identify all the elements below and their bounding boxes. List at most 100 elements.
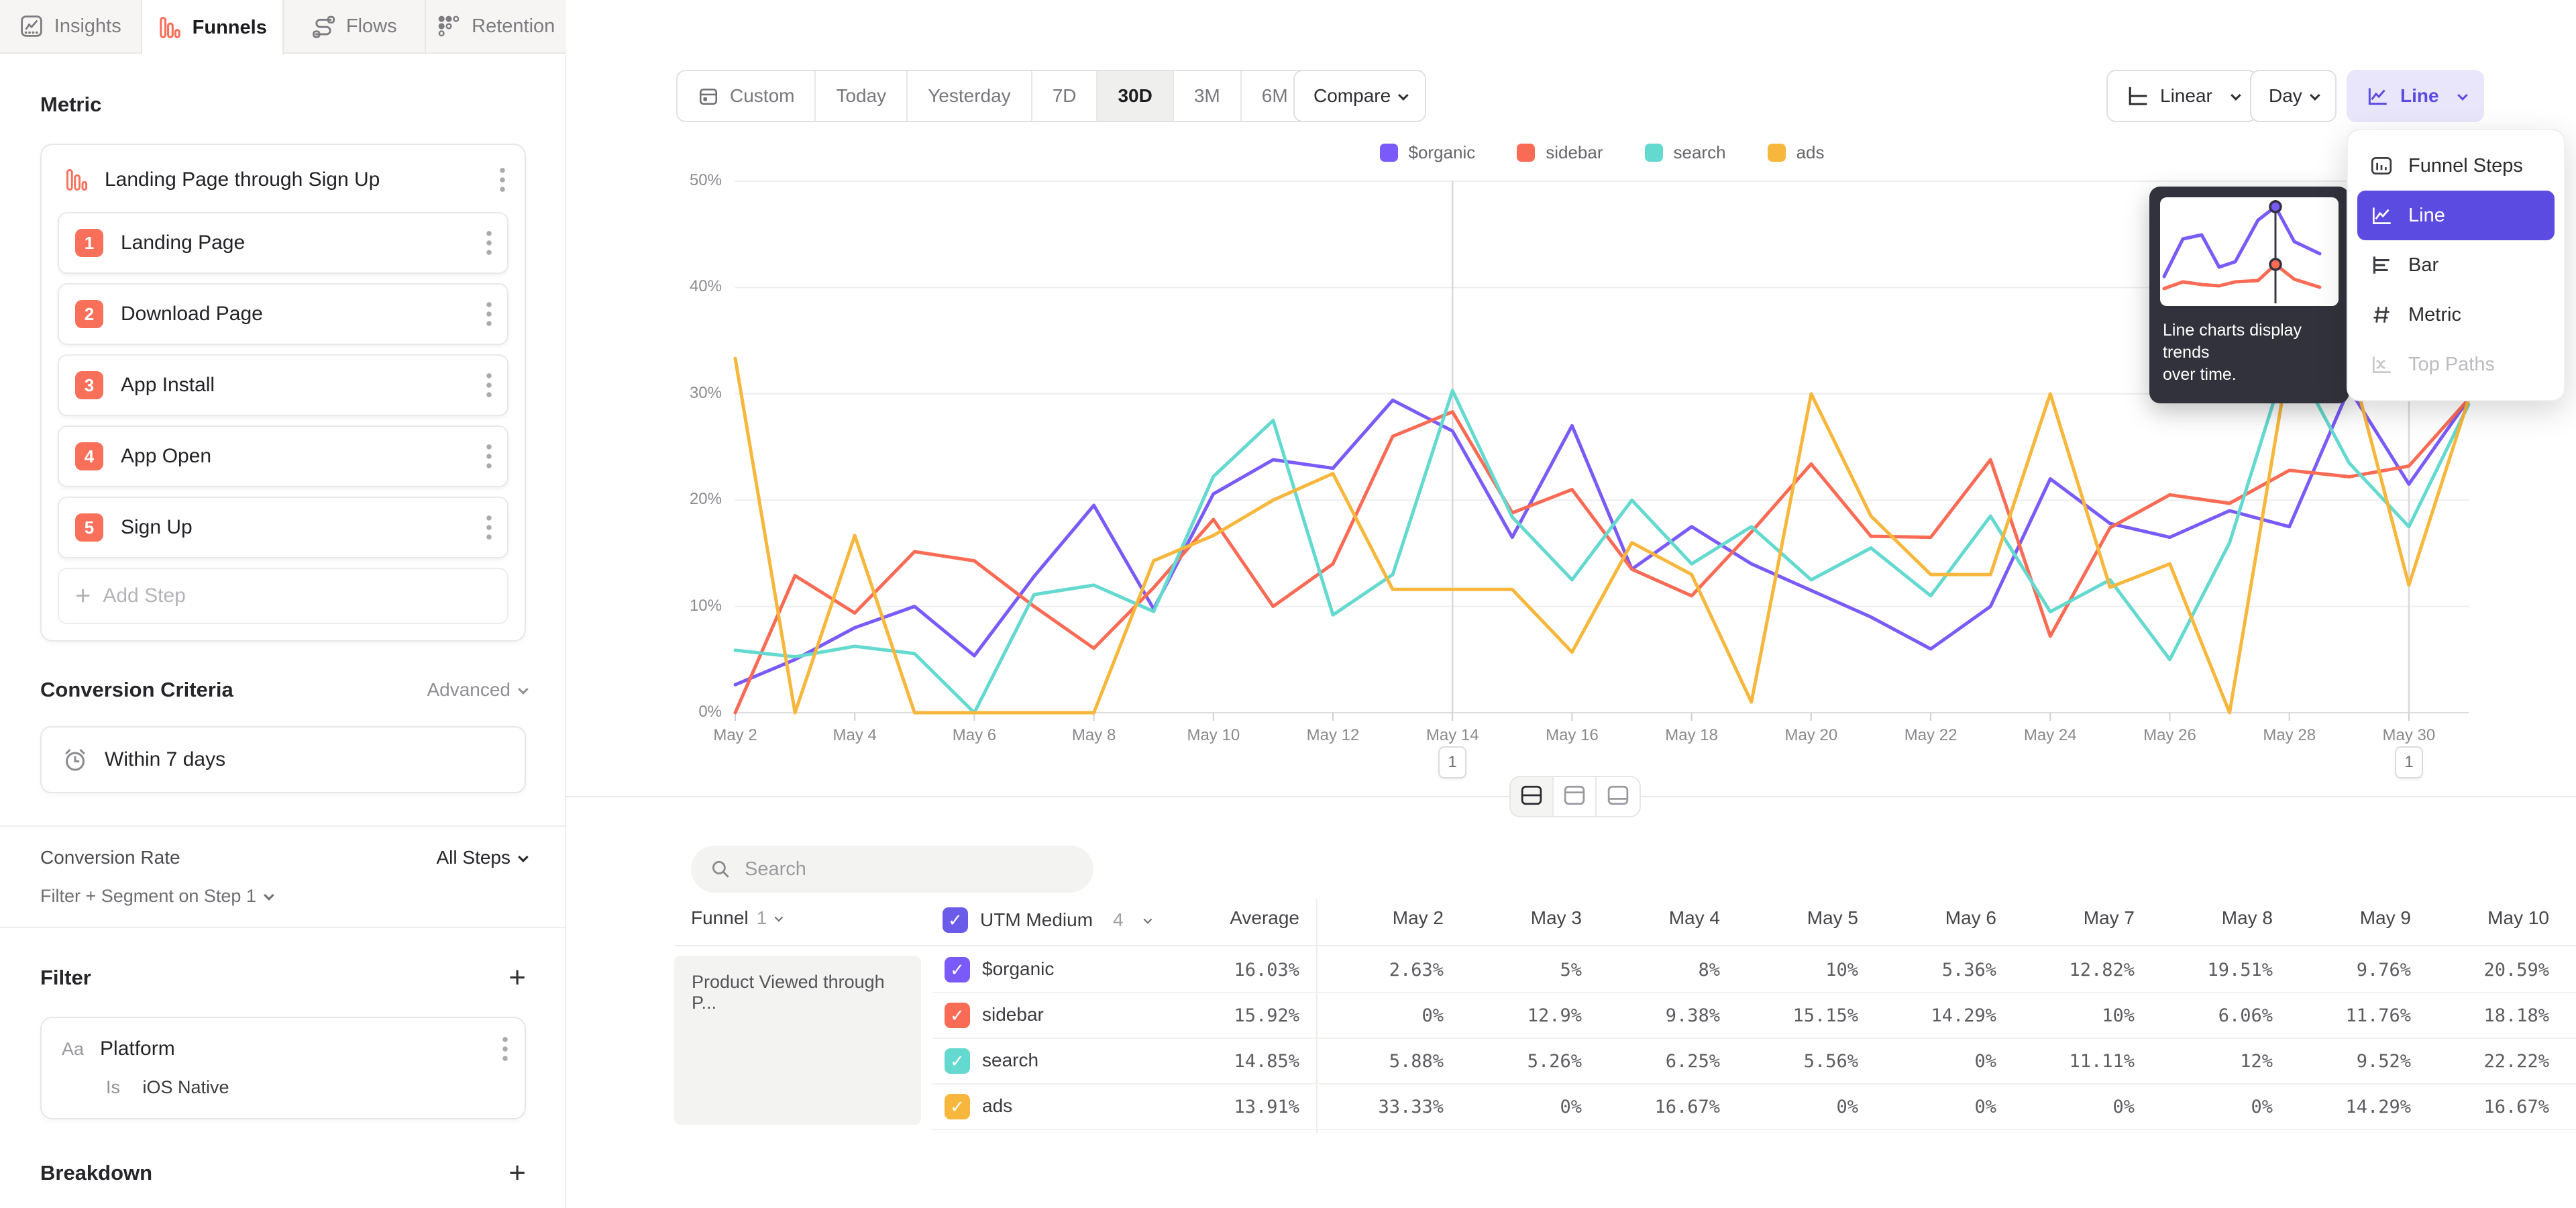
menu-item-bar[interactable]: Bar <box>2357 240 2555 290</box>
select-all-checkbox[interactable]: ✓ <box>943 907 968 933</box>
table-row-ads[interactable]: ✓ ads 13.91%33.33%0%16.67%0%0%0%0%14.29%… <box>932 1085 2576 1130</box>
range-30d[interactable]: 30D <box>1097 71 1173 121</box>
tab-funnels[interactable]: Funnels <box>142 0 284 55</box>
annotation-badge-may-14[interactable]: 1 <box>1438 746 1466 778</box>
filter-property[interactable]: Platform <box>100 1038 486 1060</box>
layout_split-icon <box>1519 785 1544 809</box>
column-header-may-8[interactable]: May 8 <box>2135 907 2273 929</box>
table-row-search[interactable]: ✓ search 14.85%5.88%5.26%6.25%5.56%0%11.… <box>932 1039 2576 1085</box>
range-today[interactable]: Today <box>816 71 908 121</box>
funnel-step-3[interactable]: 3 App Install <box>58 354 508 416</box>
add-breakdown-button[interactable]: + <box>508 1158 526 1188</box>
cell-search-2: 5.26% <box>1444 1051 1582 1072</box>
column-header-may-6[interactable]: May 6 <box>1858 907 1996 929</box>
funnel-step-5[interactable]: 5 Sign Up <box>58 497 508 558</box>
step-kebab-icon[interactable] <box>486 443 492 470</box>
cell-ads-9: 16.67% <box>2411 1097 2549 1117</box>
menu-item-funnel-steps[interactable]: Funnel Steps <box>2357 141 2555 191</box>
funnel-steps-list: 1 Landing Page 2 Download Page 3 App Ins… <box>42 212 525 558</box>
step-kebab-icon[interactable] <box>486 230 492 256</box>
add-step-button[interactable]: + Add Step <box>58 568 508 624</box>
tab-retention[interactable]: Retention <box>426 0 567 52</box>
range-label: 30D <box>1118 85 1152 107</box>
step-number-badge: 4 <box>75 442 103 470</box>
conversion-rate-selector[interactable]: All Steps <box>437 847 527 868</box>
step-kebab-icon[interactable] <box>486 372 492 399</box>
column-header-may-10[interactable]: May 10 <box>2411 907 2549 929</box>
table-row-sidebar[interactable]: ✓ sidebar 15.92%0%12.9%9.38%15.15%14.29%… <box>932 993 2576 1039</box>
x-tick-label: May 28 <box>2263 726 2316 745</box>
step-number-badge: 3 <box>75 371 103 399</box>
range-label: Custom <box>730 85 794 107</box>
layout-table-only-button[interactable] <box>1597 777 1640 816</box>
menu-item-metric[interactable]: Metric <box>2357 290 2555 340</box>
annotation-badge-may-30[interactable]: 1 <box>2395 746 2423 778</box>
compare-button[interactable]: Compare <box>1293 70 1426 122</box>
cell-organic-1: 2.63% <box>1305 960 1444 980</box>
funnel-step-4[interactable]: 4 App Open <box>58 425 508 487</box>
advanced-toggle[interactable]: Advanced <box>427 679 526 701</box>
column-header-may-2[interactable]: May 2 <box>1305 907 1444 929</box>
cell-organic-0: 16.03% <box>1161 960 1299 980</box>
legend-item-ads[interactable]: ads <box>1768 142 1825 163</box>
add-filter-button[interactable]: + <box>508 963 526 993</box>
metric-kebab-icon[interactable] <box>499 166 506 193</box>
granularity-selector[interactable]: Day <box>2250 70 2337 122</box>
menu-item-line[interactable]: Line <box>2357 191 2555 240</box>
step-kebab-icon[interactable] <box>486 301 492 328</box>
legend-item-sidebar[interactable]: sidebar <box>1517 142 1603 163</box>
layout-chart-only-button[interactable] <box>1554 777 1597 816</box>
column-header-may-7[interactable]: May 7 <box>1996 907 2135 929</box>
funnel-column-header[interactable]: Funnel1 <box>691 907 781 929</box>
funnel-step-2[interactable]: 2 Download Page <box>58 283 508 345</box>
range-label: Today <box>836 85 886 107</box>
range-7d[interactable]: 7D <box>1032 71 1098 121</box>
range-3m[interactable]: 3M <box>1174 71 1242 121</box>
search-input[interactable] <box>745 858 1067 880</box>
chart-type-selector[interactable]: Line <box>2347 70 2484 122</box>
layout-split-button[interactable] <box>1511 777 1554 816</box>
legend-swatch <box>1380 144 1398 162</box>
column-header-average[interactable]: Average <box>1161 907 1299 929</box>
range-yesterday[interactable]: Yesterday <box>908 71 1032 121</box>
filter-operator[interactable]: Is <box>106 1077 120 1097</box>
chevron-down-icon <box>775 913 784 921</box>
row-checkbox[interactable]: ✓ <box>945 957 970 983</box>
x-tick-label: May 6 <box>953 726 996 745</box>
cell-sidebar-5: 14.29% <box>1858 1005 1996 1026</box>
row-checkbox[interactable]: ✓ <box>945 1048 970 1074</box>
range-label: 3M <box>1194 85 1220 107</box>
range-label: Yesterday <box>928 85 1011 107</box>
menu-item-label: Top Paths <box>2408 354 2495 376</box>
legend-item-organic[interactable]: $organic <box>1380 142 1476 163</box>
cell-sidebar-2: 12.9% <box>1444 1005 1582 1026</box>
step-kebab-icon[interactable] <box>486 514 492 541</box>
chart-type-menu: Funnel Steps Line Bar Metric Top Paths <box>2347 129 2565 401</box>
row-checkbox[interactable]: ✓ <box>945 1003 970 1028</box>
chevron-down-icon <box>1398 90 1409 101</box>
range-custom[interactable]: Custom <box>678 71 816 121</box>
step-label: Sign Up <box>121 516 486 539</box>
tab-insights[interactable]: Insights <box>0 0 142 52</box>
column-header-may-5[interactable]: May 5 <box>1720 907 1858 929</box>
funnel-group-cell[interactable]: Product Viewed through P... <box>674 956 921 1125</box>
funnel-step-1[interactable]: 1 Landing Page <box>58 212 508 274</box>
filter-kebab-icon[interactable] <box>502 1036 508 1062</box>
cell-ads-4: 0% <box>1720 1097 1858 1117</box>
conversion-criteria-heading: Conversion Criteria <box>40 678 233 702</box>
chevron-down-icon <box>1143 915 1152 923</box>
column-header-may-4[interactable]: May 4 <box>1582 907 1720 929</box>
filter-value[interactable]: iOS Native <box>143 1077 229 1097</box>
table-row-organic[interactable]: ✓ $organic 16.03%2.63%5%8%10%5.36%12.82%… <box>932 948 2576 993</box>
row-checkbox[interactable]: ✓ <box>945 1094 970 1119</box>
column-header-may-9[interactable]: May 9 <box>2273 907 2411 929</box>
tab-flows[interactable]: Flows <box>284 0 426 52</box>
breakdown-column-header[interactable]: ✓ UTM Medium4 <box>943 907 1150 933</box>
legend-item-search[interactable]: search <box>1645 142 1726 163</box>
conversion-window[interactable]: Within 7 days <box>40 726 526 793</box>
linear-scale-icon <box>2125 84 2149 108</box>
filter-segment-toggle[interactable]: Filter + Segment on Step 1 <box>40 886 526 907</box>
scale-selector[interactable]: Linear <box>2106 70 2257 122</box>
flows-icon <box>311 14 335 38</box>
column-header-may-3[interactable]: May 3 <box>1444 907 1582 929</box>
